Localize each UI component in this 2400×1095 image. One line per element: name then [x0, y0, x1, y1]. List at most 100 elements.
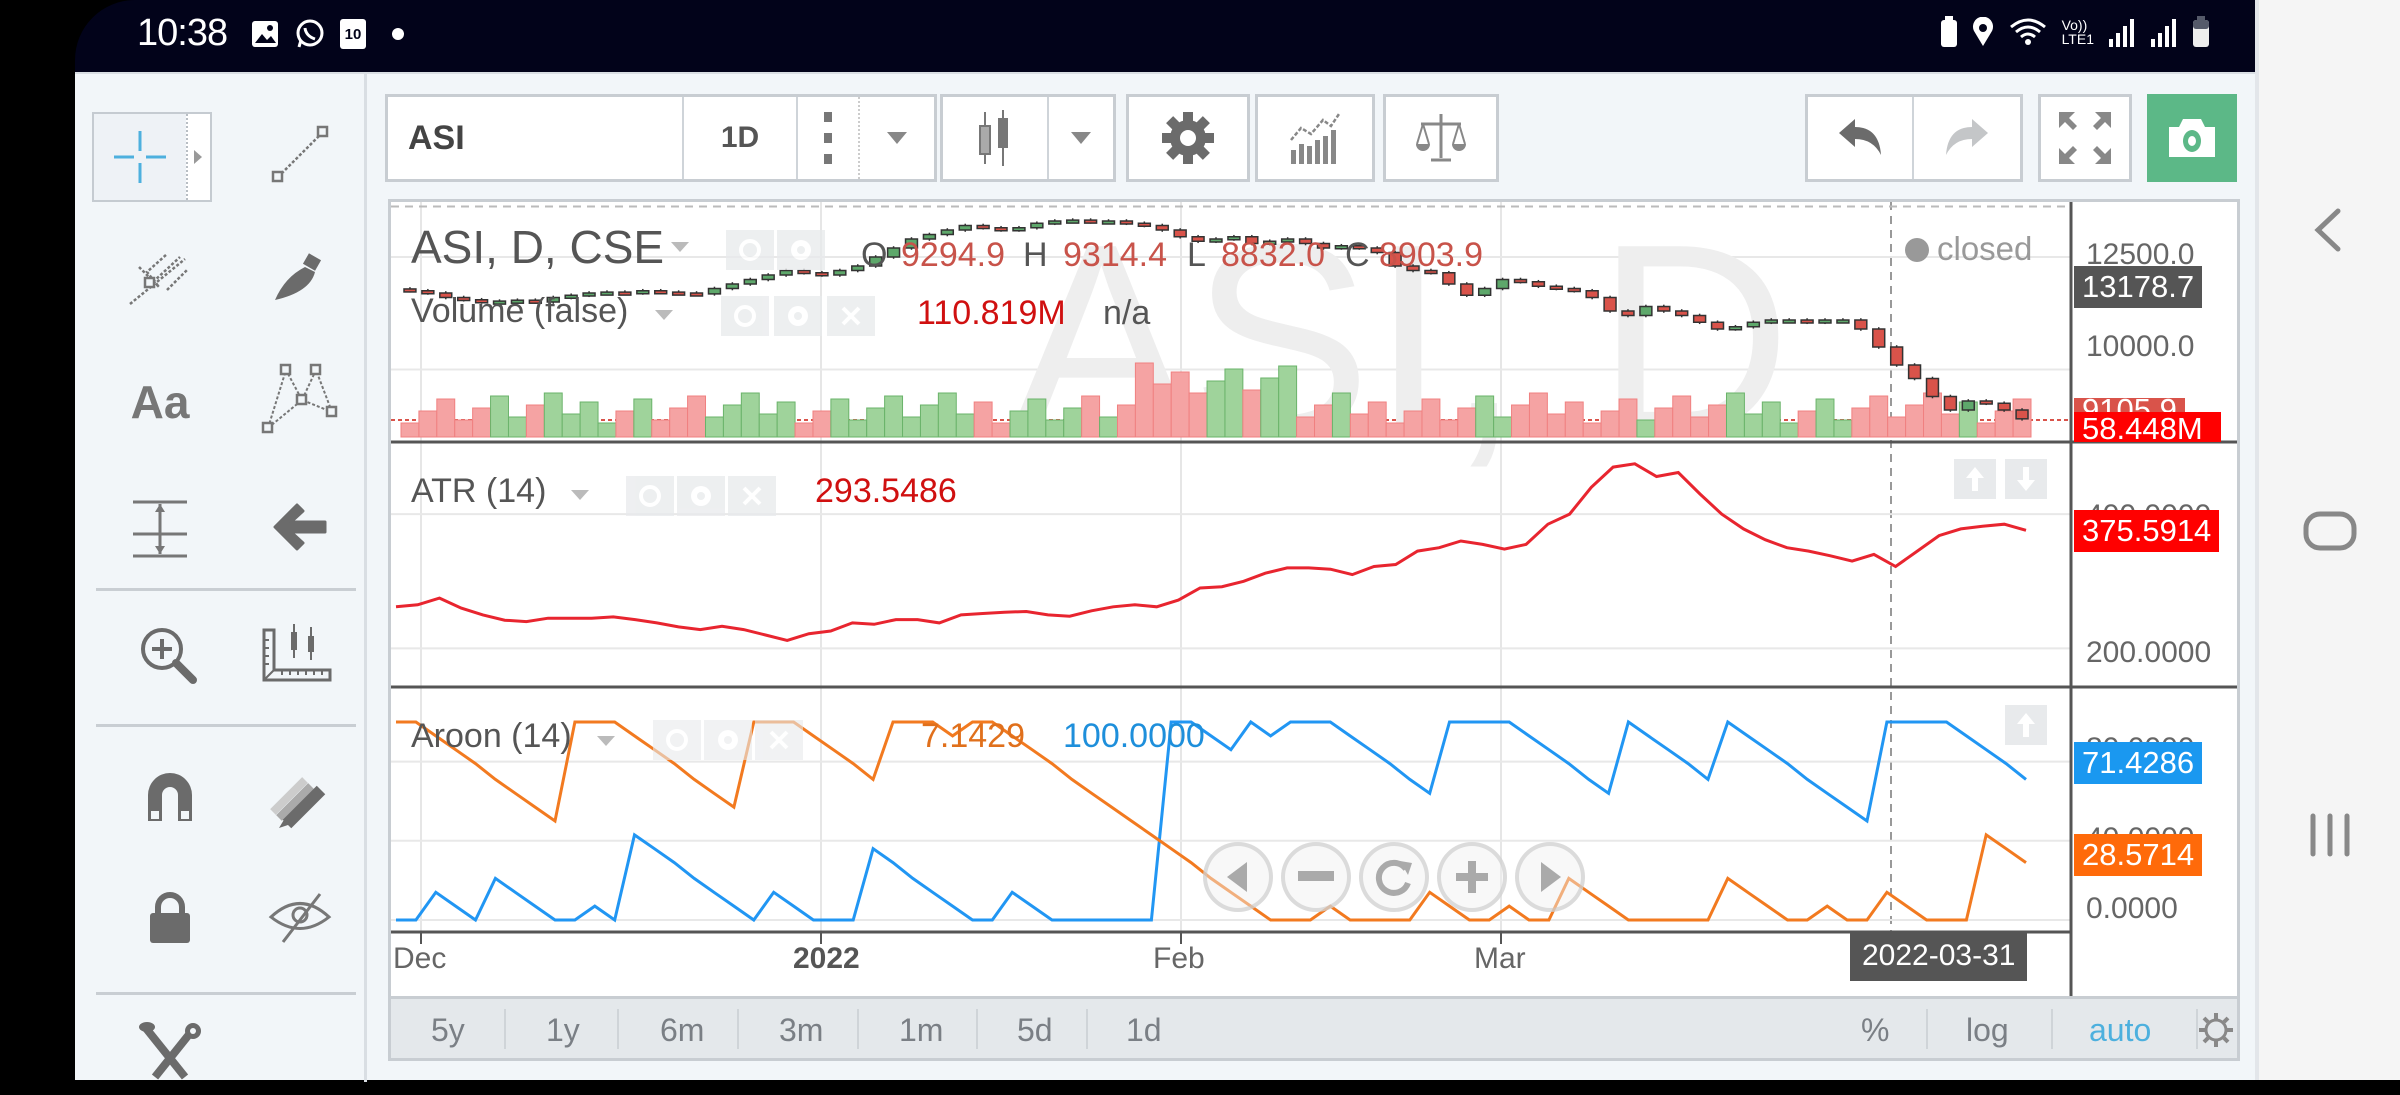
atr-title: ATR (14): [411, 472, 547, 510]
range-1y-button[interactable]: 1y: [546, 999, 580, 1061]
candle: [671, 291, 686, 296]
arrow-tool[interactable]: [245, 484, 355, 570]
lock-tool[interactable]: [115, 874, 225, 960]
drawing-mode-tool[interactable]: [245, 754, 355, 840]
log-scale-button[interactable]: log: [1966, 999, 2009, 1061]
aroon-remove-button[interactable]: [755, 720, 803, 760]
atr-move-up-button[interactable]: [1954, 459, 1996, 499]
range-5d-button[interactable]: 5d: [1017, 999, 1053, 1061]
atr-settings-button[interactable]: [677, 476, 725, 516]
tool-flyout-toggle[interactable]: [186, 114, 210, 200]
candle: [1692, 314, 1707, 323]
magnet-tool[interactable]: [115, 754, 225, 840]
compare-button[interactable]: [1383, 94, 1499, 182]
indicators-button[interactable]: [1255, 94, 1375, 182]
hide-drawings-tool[interactable]: [245, 874, 355, 960]
volume-bar: [1349, 413, 1369, 438]
caret-down-icon[interactable]: [569, 486, 591, 504]
volume-settings-button[interactable]: [774, 296, 822, 336]
aroon-settings-button[interactable]: [704, 720, 752, 760]
scroll-right-button[interactable]: [1515, 842, 1585, 912]
volume-bar: [543, 392, 563, 438]
interval-more-button[interactable]: [798, 97, 860, 179]
reset-zoom-button[interactable]: [1359, 842, 1429, 912]
zoom-out-button[interactable]: [1281, 842, 1351, 912]
range-1m-button[interactable]: 1m: [899, 999, 943, 1061]
caret-down-icon[interactable]: [669, 238, 691, 256]
atr-remove-button[interactable]: [728, 476, 776, 516]
range-5y-button[interactable]: 5y: [431, 999, 465, 1061]
volume-bar: [919, 404, 939, 438]
aroon-move-up-button[interactable]: [2005, 705, 2047, 745]
undo-button[interactable]: [1808, 97, 1915, 179]
redo-button[interactable]: [1914, 97, 2020, 179]
chart-type-dropdown[interactable]: [1049, 97, 1113, 179]
volume-bar: [848, 419, 868, 438]
candle: [1119, 220, 1134, 225]
atr-move-down-button[interactable]: [2005, 459, 2047, 499]
indicators-icon: [1290, 113, 1341, 164]
range-3m-button[interactable]: 3m: [779, 999, 823, 1061]
system-nav-bar: [2255, 0, 2400, 1080]
candle: [743, 278, 757, 285]
candle: [1818, 319, 1832, 324]
main-settings-button[interactable]: [777, 230, 825, 270]
interval-label: 1D: [720, 121, 760, 154]
snapshot-button[interactable]: [2147, 94, 2237, 182]
volume-bar: [651, 419, 671, 438]
volume-bar: [1994, 410, 2014, 438]
nav-back-button[interactable]: [2259, 205, 2400, 255]
percent-scale-button[interactable]: %: [1861, 999, 1889, 1061]
candle: [1495, 278, 1510, 290]
zoom-in-button[interactable]: [1437, 842, 1507, 912]
symbol-input[interactable]: ASI: [388, 97, 684, 179]
atr-visibility-button[interactable]: [626, 476, 674, 516]
main-visibility-button[interactable]: [726, 230, 774, 270]
volume-visibility-button[interactable]: [721, 296, 769, 336]
volume-bar: [1690, 416, 1710, 438]
range-1d-button[interactable]: 1d: [1126, 999, 1162, 1061]
volume-remove-button[interactable]: [827, 296, 875, 336]
trend-line-tool[interactable]: [245, 112, 355, 198]
crosshair-tool[interactable]: [92, 112, 212, 202]
candle: [797, 269, 811, 275]
chart-settings-button[interactable]: [2186, 999, 2246, 1061]
caret-down-icon[interactable]: [653, 306, 675, 324]
candle: [1979, 400, 1993, 405]
aroon-visibility-button[interactable]: [653, 720, 701, 760]
interval-dropdown[interactable]: [860, 97, 934, 179]
caret-down-icon[interactable]: [595, 732, 617, 750]
ruler-tool[interactable]: [245, 614, 355, 700]
scroll-left-button[interactable]: [1203, 842, 1273, 912]
brush-tool[interactable]: [245, 234, 355, 320]
candle: [1137, 222, 1152, 227]
arrow-left-icon: [273, 503, 327, 551]
settings-button[interactable]: [1126, 94, 1250, 182]
candle: [1800, 319, 1814, 324]
volume-bar: [687, 395, 707, 438]
chart-type-button[interactable]: [943, 97, 1049, 179]
volume-bar: [1797, 410, 1817, 438]
nav-home-button[interactable]: [2259, 510, 2400, 554]
text-tool[interactable]: Aa: [105, 359, 215, 445]
gear-icon: [1162, 112, 1214, 164]
auto-scale-button[interactable]: auto: [2089, 999, 2151, 1061]
fullscreen-button[interactable]: [2038, 94, 2132, 182]
volume-bar: [1761, 401, 1781, 438]
status-bar: 10:38 10 Vo)) LTE1: [75, 0, 2255, 72]
range-6m-button[interactable]: 6m: [660, 999, 704, 1061]
zoom-in-tool[interactable]: [115, 614, 225, 700]
pattern-tool[interactable]: [245, 359, 355, 445]
caret-left-icon: [1227, 862, 1247, 892]
tools-settings-tool[interactable]: [115, 1009, 225, 1095]
magnet-icon: [148, 773, 192, 821]
pitchfork-tool[interactable]: [105, 234, 215, 320]
chart-container[interactable]: ASI, D ASI, D, CSE O 9294.9 H 9314.4 L 8…: [388, 199, 2240, 999]
volume-bar: [722, 404, 742, 438]
candle: [1603, 296, 1617, 312]
volume-bar: [1511, 404, 1530, 438]
candle: [1728, 326, 1743, 331]
measure-tool[interactable]: [105, 484, 215, 570]
interval-button[interactable]: 1D: [684, 97, 798, 179]
nav-recents-button[interactable]: [2259, 810, 2400, 860]
